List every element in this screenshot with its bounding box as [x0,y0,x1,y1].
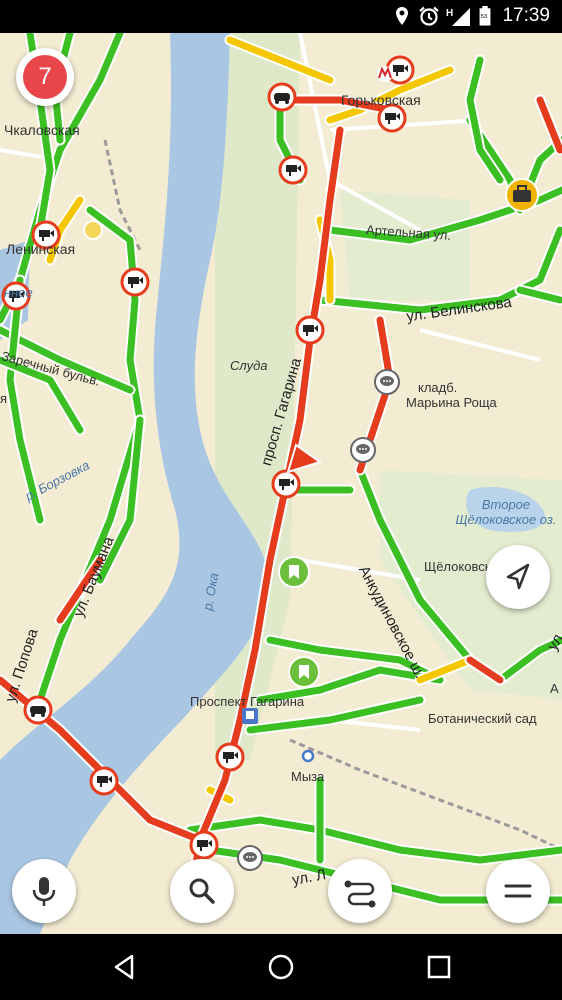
label-vtoroe-ozero: Второе Щёлоковское оз. [455,497,557,527]
briefcase-poi-icon[interactable] [505,178,539,212]
train-station-icon[interactable] [301,749,315,763]
location-icon [396,7,408,25]
traffic-light-poi-icon[interactable] [83,220,103,240]
label-marina-roscha: Марьина Роща [406,395,497,410]
traffic-camera-icon[interactable] [278,155,308,185]
clock: 17:39 [502,5,550,26]
network-h-icon: H [446,8,470,26]
microphone-icon [32,877,56,906]
status-bar: H 53 17:39 [0,0,562,33]
route-button[interactable] [328,859,392,923]
map-canvas[interactable] [0,33,562,934]
home-icon[interactable] [266,952,296,982]
road-event-chat-icon[interactable] [237,845,263,871]
traffic-level-value: 7 [23,55,67,99]
map-view[interactable]: Чкаловская Горьковская Ленинская нное Ар… [0,33,562,934]
road-event-chat-icon[interactable] [374,369,400,395]
menu-button[interactable] [486,859,550,923]
label-leninskaya: Ленинская [6,241,76,257]
svg-text:H: H [446,8,453,19]
traffic-camera-icon[interactable] [377,103,407,133]
search-icon [189,878,215,904]
label-botanic: Ботанический сад [428,711,537,726]
traffic-camera-icon[interactable] [215,742,245,772]
accident-icon[interactable] [267,82,297,112]
label-nnoe: нное [4,285,33,300]
label-kladb: кладб. [418,380,458,395]
traffic-camera-icon[interactable] [271,469,301,499]
label-chkalovskaya: Чкаловская [4,122,80,138]
traffic-camera-icon[interactable] [189,830,219,860]
traffic-camera-icon[interactable] [295,315,325,345]
recents-icon[interactable] [424,952,454,982]
label-sluda: Слуда [230,358,268,373]
label-gorkovskaya: Горьковская [341,92,421,108]
accident-icon[interactable] [23,695,53,725]
system-nav-bar [0,934,562,1000]
locate-button[interactable] [486,545,550,609]
label-prospekt-gagarina-stop: Проспект Гагарина [190,694,305,709]
traffic-camera-icon[interactable] [120,267,150,297]
battery-icon: 53 [479,6,491,26]
traffic-level-badge[interactable]: 7 [16,48,74,106]
bookmark-poi-icon[interactable] [278,556,310,588]
alarm-icon [419,6,439,26]
navigation-arrow-icon [506,563,530,590]
bookmark-poi-icon[interactable] [288,656,320,688]
route-icon [344,880,376,908]
label-ya: я [0,391,8,406]
tram-stop-icon[interactable] [242,708,258,724]
metro-icon[interactable] [377,66,393,82]
menu-icon [504,884,532,898]
road-event-chat-icon[interactable] [350,437,376,463]
voice-search-button[interactable] [12,859,76,923]
svg-text:53: 53 [481,14,488,20]
green-area [340,190,470,300]
search-button[interactable] [170,859,234,923]
label-myza: Мыза [291,769,325,784]
traffic-camera-icon[interactable] [89,766,119,796]
label-a-right: А [550,681,559,696]
back-icon[interactable] [110,952,140,982]
